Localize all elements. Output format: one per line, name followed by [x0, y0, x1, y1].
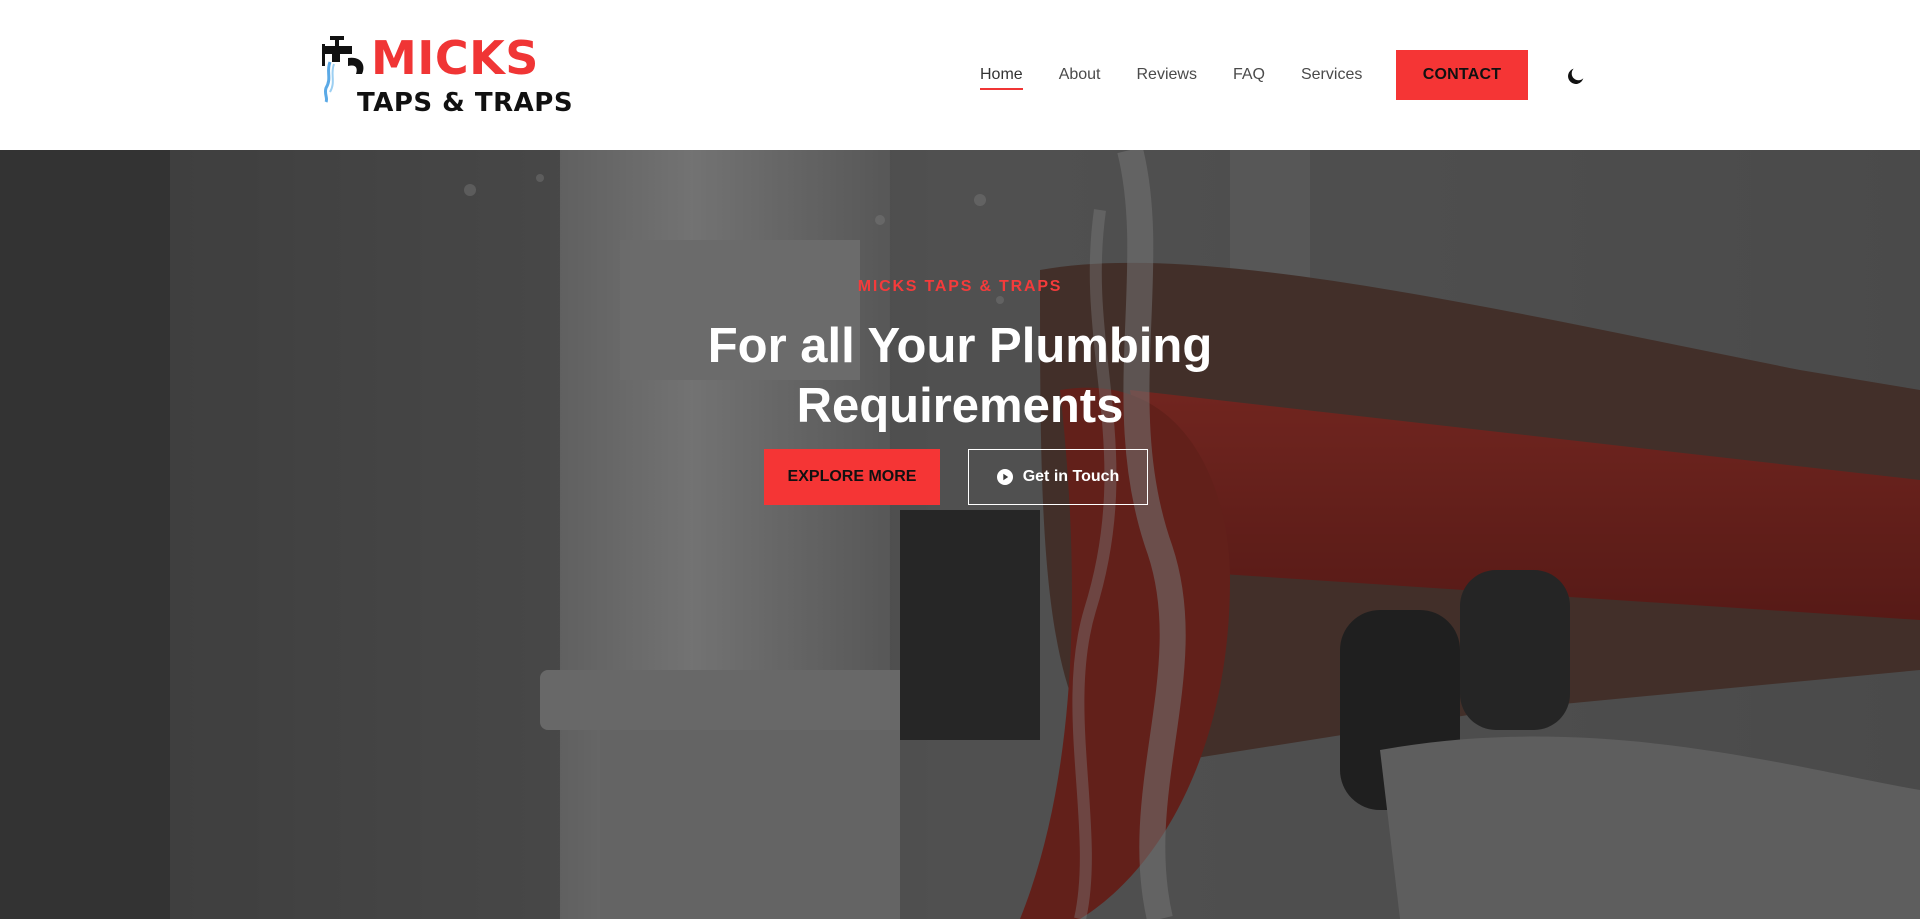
logo-wordmark-secondary: TAPS & TRAPS — [357, 88, 574, 118]
play-circle-icon — [996, 469, 1013, 485]
get-in-touch-label: Get in Touch — [1022, 468, 1120, 485]
nav-item-services[interactable]: Services — [1301, 64, 1362, 86]
site-header: MICKS TAPS & TRAPS Home About Reviews FA… — [0, 0, 1920, 150]
hero-kicker: MICKS TAPS & TRAPS — [857, 278, 1063, 295]
hero-overlay — [0, 150, 1920, 919]
moon-icon — [1568, 68, 1584, 84]
nav-item-reviews[interactable]: Reviews — [1137, 64, 1197, 86]
nav-item-faq[interactable]: FAQ — [1233, 64, 1265, 86]
hero-actions: EXPLORE MORE Get in Touch — [764, 449, 1148, 505]
nav-item-home[interactable]: Home — [980, 64, 1023, 90]
hero-section: MICKS TAPS & TRAPS For all Your Plumbing… — [0, 150, 1920, 919]
contact-button[interactable]: CONTACT — [1396, 50, 1528, 100]
main-nav: Home About Reviews FAQ Services — [980, 50, 1398, 100]
theme-toggle-button[interactable] — [1562, 62, 1590, 90]
hero-title: For all Your Plumbing Requirements — [707, 319, 1213, 433]
site-logo[interactable]: MICKS TAPS & TRAPS — [318, 30, 573, 122]
explore-more-button[interactable]: EXPLORE MORE — [764, 449, 940, 505]
logo-wordmark-primary: MICKS — [371, 31, 539, 85]
get-in-touch-button[interactable]: Get in Touch — [968, 449, 1148, 505]
nav-item-about[interactable]: About — [1059, 64, 1101, 86]
